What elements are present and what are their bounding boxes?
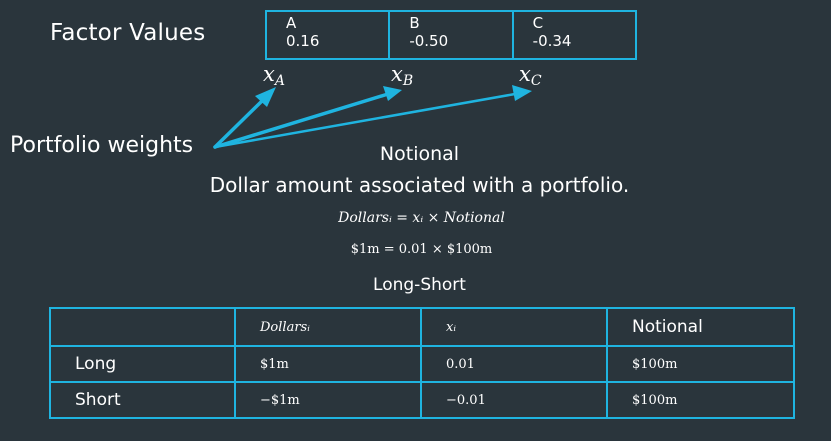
table-header-cell: xᵢ bbox=[420, 307, 608, 347]
notional-title: Notional bbox=[379, 143, 460, 165]
arrowhead-x-b bbox=[383, 86, 402, 101]
notional-example-formula: $1m = 0.01 × $100m bbox=[350, 242, 493, 257]
table-header-cell bbox=[49, 307, 236, 347]
dollars-cell: −$1m bbox=[234, 381, 422, 419]
weight-cell: −0.01 bbox=[420, 381, 608, 419]
table-header-cell: Notional bbox=[606, 307, 795, 347]
table-row: Short −$1m −0.01 $100m bbox=[49, 381, 795, 419]
table-header-row: Dollarsᵢ xᵢ Notional bbox=[49, 307, 795, 347]
notional-description: Dollar amount associated with a portfoli… bbox=[209, 173, 630, 197]
notional-cell: $100m bbox=[606, 381, 795, 419]
row-label: Long bbox=[49, 345, 236, 383]
long-short-title: Long-Short bbox=[373, 275, 466, 295]
weight-cell: 0.01 bbox=[420, 345, 608, 383]
long-short-table: Dollarsᵢ xᵢ Notional Long $1m 0.01 $100m… bbox=[49, 307, 795, 419]
arrowhead-x-c bbox=[512, 85, 532, 101]
notional-cell: $100m bbox=[606, 345, 795, 383]
row-label: Short bbox=[49, 381, 236, 419]
dollars-cell: $1m bbox=[234, 345, 422, 383]
notional-formula: Dollarsᵢ = xᵢ × Notional bbox=[338, 210, 505, 226]
table-header-cell: Dollarsᵢ bbox=[234, 307, 422, 347]
table-row: Long $1m 0.01 $100m bbox=[49, 345, 795, 383]
